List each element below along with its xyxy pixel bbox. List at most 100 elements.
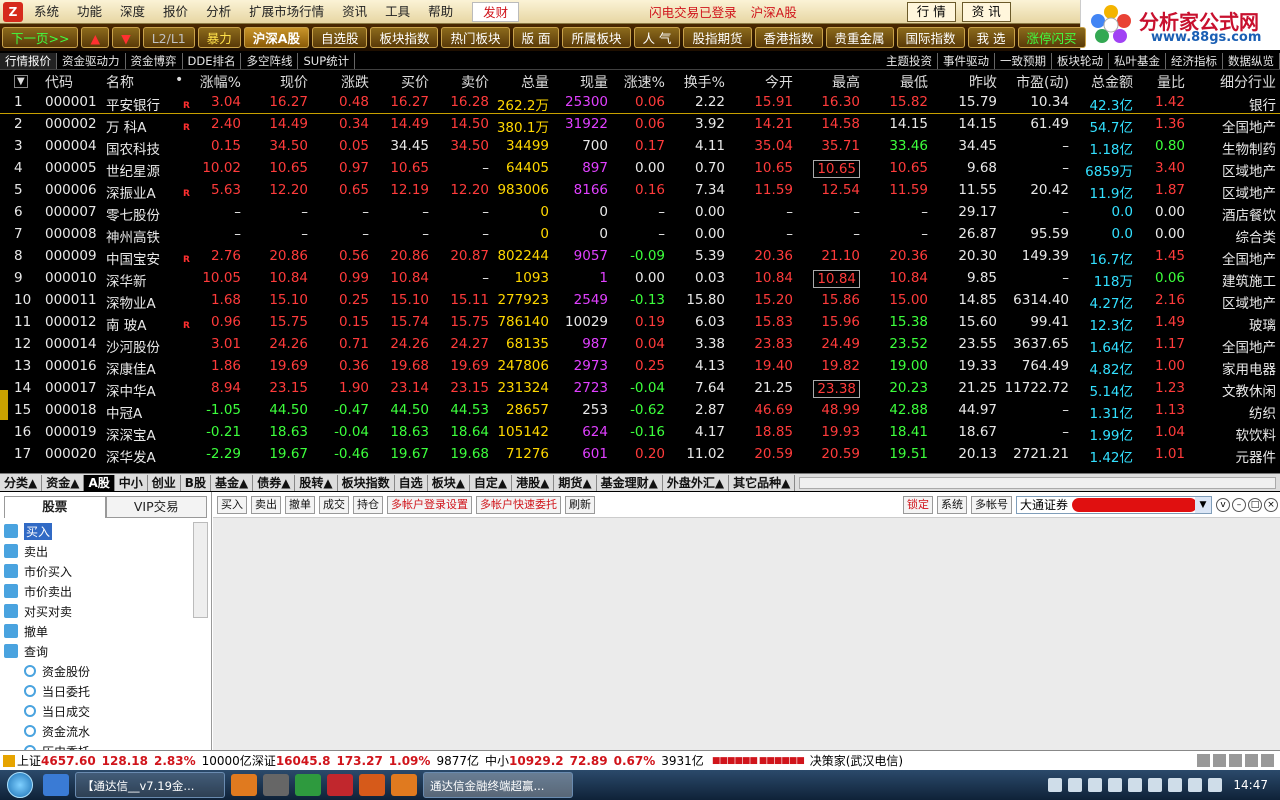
menu-item[interactable]: 深度 xyxy=(111,0,154,24)
volume-icon[interactable] xyxy=(1188,778,1203,792)
toolbar-button[interactable]: 下一页>> xyxy=(2,27,79,48)
sort-toggle-icon[interactable]: ▼ xyxy=(14,75,28,88)
media-player-icon[interactable] xyxy=(231,774,257,796)
category-tab[interactable]: 分类▲ xyxy=(0,474,43,491)
table-row[interactable]: 15 000018 中冠A -1.05 44.50 -0.47 44.50 44.53 2865… xyxy=(0,400,1280,422)
system-button[interactable]: 系统 xyxy=(937,495,967,514)
trade-action-button[interactable]: 买入 xyxy=(217,495,247,514)
column-header[interactable]: 量比 xyxy=(1157,72,1185,92)
tab-vip-trade[interactable]: VIP交易 xyxy=(105,496,207,518)
column-header[interactable]: 昨收 xyxy=(969,72,997,92)
taskbar-item-tdx[interactable]: 通达信金融终端超赢... xyxy=(423,772,573,798)
menu-item[interactable]: 帮助 xyxy=(419,0,462,24)
menu-item[interactable]: 报价 xyxy=(154,0,197,24)
trade-action-button[interactable]: 成交 xyxy=(319,495,349,514)
column-header[interactable]: 市盈(动) xyxy=(1016,72,1069,92)
column-header[interactable]: 涨速% xyxy=(624,72,665,92)
menu-item[interactable]: 扩展市场行情 xyxy=(240,0,333,24)
table-row[interactable]: 1 000001 平安银行 R 3.04 16.27 0.48 16.27 16.28 262.2… xyxy=(0,92,1280,114)
table-row[interactable]: 13 000016 深康佳A 1.86 19.69 0.36 19.68 19.69 24780… xyxy=(0,356,1280,378)
column-header[interactable]: 代码 xyxy=(45,72,73,92)
menu-item[interactable]: 资讯 xyxy=(333,0,376,24)
tree-item[interactable]: 市价卖出 xyxy=(0,581,211,601)
category-tab[interactable]: 板块指数 xyxy=(338,474,395,491)
trade-action-button[interactable]: 卖出 xyxy=(251,495,281,514)
subnav-link[interactable]: 板块轮动 xyxy=(1052,52,1109,69)
table-row[interactable]: 6 000007 零七股份 – – – – – 0 0 – 0.00 – – – 29.17 – 0.0 0.00 酒… xyxy=(0,202,1280,224)
category-tab[interactable]: 创业 xyxy=(148,474,181,491)
column-header[interactable]: 名称 xyxy=(106,72,134,92)
subnav-link[interactable]: 私叶基金 xyxy=(1109,52,1166,69)
column-header[interactable]: 细分行业 xyxy=(1220,72,1276,92)
table-row[interactable]: 2 000002 万 科A R 2.40 14.49 0.34 14.49 14.50 380.1… xyxy=(0,114,1280,136)
broker-select[interactable]: 大通证券 ▼ xyxy=(1016,495,1212,514)
taskbar-item-folder[interactable]: 【通达信__v7.19金... xyxy=(75,772,225,798)
panel-collapse-handle[interactable] xyxy=(0,390,8,420)
table-row[interactable]: 3 000004 国农科技 0.15 34.50 0.05 34.45 34.50 34499 7… xyxy=(0,136,1280,158)
table-row[interactable]: 14 000017 深中华A 8.94 23.15 1.90 23.14 23.15 23132… xyxy=(0,378,1280,400)
lock-button[interactable]: 锁定 xyxy=(903,495,933,514)
tree-item[interactable]: 当日成交 xyxy=(0,701,211,721)
tree-item[interactable]: 卖出 xyxy=(0,541,211,561)
category-tab[interactable]: 自定▲ xyxy=(470,474,513,491)
category-tab[interactable]: 板块▲ xyxy=(428,474,470,491)
column-header[interactable]: 涨跌 xyxy=(341,72,369,92)
subnav-tab[interactable]: 资金驱动力 xyxy=(57,52,126,69)
toolbar-button[interactable]: ▼ xyxy=(112,27,140,48)
toolbar-button[interactable]: 国际指数 xyxy=(896,27,965,48)
trade-action-button[interactable]: 持仓 xyxy=(353,495,383,514)
status-tool-icon[interactable] xyxy=(1213,754,1226,767)
toolbar-button[interactable]: 热门板块 xyxy=(441,27,510,48)
menu-item[interactable]: 工具 xyxy=(376,0,419,24)
tree-item[interactable]: 当日委托 xyxy=(0,681,211,701)
tab-stock[interactable]: 股票 xyxy=(4,496,106,518)
category-tab[interactable]: 中小 xyxy=(115,474,148,491)
toolbar-button[interactable]: ▲ xyxy=(81,27,110,48)
category-tab[interactable]: 基金理财▲ xyxy=(597,474,663,491)
tray-icon[interactable] xyxy=(1068,778,1083,792)
category-tab[interactable]: A股 xyxy=(84,474,115,491)
trade-action-button[interactable]: 撤单 xyxy=(285,495,315,514)
column-header[interactable]: 换手% xyxy=(684,72,725,92)
toolbar-button[interactable]: L2/L1 xyxy=(142,27,195,48)
category-tab[interactable]: 自选 xyxy=(395,474,428,491)
subnav-link[interactable]: 经济指标 xyxy=(1166,52,1223,69)
column-header[interactable]: 现量 xyxy=(580,72,608,92)
tray-icon[interactable] xyxy=(1128,778,1143,792)
tray-icon[interactable] xyxy=(1148,778,1163,792)
tree-item[interactable]: 买入 xyxy=(0,521,211,541)
tray-icon[interactable] xyxy=(1108,778,1123,792)
column-header[interactable]: 最低 xyxy=(900,72,928,92)
category-tab[interactable]: 港股▲ xyxy=(512,474,555,491)
network-icon[interactable] xyxy=(1208,778,1223,792)
toolbar-button[interactable]: 人 气 xyxy=(633,27,681,48)
toolbar-button[interactable]: 自选股 xyxy=(311,27,368,48)
category-tab[interactable]: 其它品种▲ xyxy=(729,474,796,491)
subnav-tab[interactable]: 多空阵线 xyxy=(241,52,299,69)
category-tab[interactable]: B股 xyxy=(181,474,211,491)
app-icon[interactable] xyxy=(359,774,385,796)
close-icon[interactable]: × xyxy=(1264,497,1278,512)
subnav-link[interactable]: 数据纵览 xyxy=(1223,52,1280,69)
category-tab[interactable]: 债券▲ xyxy=(253,474,296,491)
category-tab[interactable]: 期货▲ xyxy=(554,474,597,491)
clock[interactable]: 14:47 xyxy=(1233,778,1268,792)
column-header[interactable]: 总金额 xyxy=(1091,72,1133,92)
app-icon[interactable] xyxy=(327,774,353,796)
toolbar-button[interactable]: 暴力 xyxy=(197,27,241,48)
toolbar-button[interactable]: 所属板块 xyxy=(562,27,631,48)
toolbar-button[interactable]: 沪深A股 xyxy=(243,27,309,48)
status-tool-icon[interactable] xyxy=(1261,754,1274,767)
chevron-down-icon[interactable]: v xyxy=(1216,497,1230,512)
category-tab[interactable]: 股转▲ xyxy=(295,474,338,491)
table-row[interactable]: 17 000020 深华发A -2.29 19.67 -0.46 19.67 19.68 712… xyxy=(0,444,1280,466)
column-header[interactable]: 现价 xyxy=(280,72,308,92)
table-row[interactable]: 10 000011 深物业A 1.68 15.10 0.25 15.10 15.11 27792… xyxy=(0,290,1280,312)
news-button[interactable]: 资 讯 xyxy=(961,1,1011,22)
column-header[interactable]: 卖价 xyxy=(461,72,489,92)
tray-icon[interactable] xyxy=(1088,778,1103,792)
table-row[interactable]: 4 000005 世纪星源 10.02 10.65 0.97 10.65 – 64405 897 0… xyxy=(0,158,1280,180)
status-tool-icon[interactable] xyxy=(1197,754,1210,767)
tree-item[interactable]: 资金股份 xyxy=(0,661,211,681)
excel-icon[interactable] xyxy=(295,774,321,796)
